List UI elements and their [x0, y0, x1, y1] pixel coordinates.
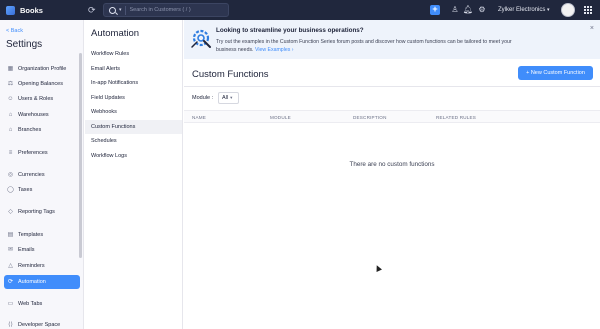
page-title: Custom Functions	[192, 69, 269, 80]
sidebar-item-label: Warehouses	[18, 112, 49, 118]
sidebar-scrollbar[interactable]	[79, 53, 82, 258]
app-name: Books	[20, 5, 43, 15]
menu-item-schedules[interactable]: Schedules	[85, 134, 182, 148]
module-filter-value: All	[222, 95, 229, 101]
branch-icon: ⌂	[8, 126, 13, 133]
sidebar-item-developer-space[interactable]: ⟨⟩ Developer Space	[4, 318, 80, 329]
sidebar-item-label: Branches	[18, 127, 42, 133]
sidebar-item-emails[interactable]: ✉ Emails	[4, 243, 80, 257]
apps-grid-icon[interactable]	[584, 6, 592, 14]
search-divider	[124, 5, 126, 15]
sidebar-item-reporting-tags[interactable]: ◇ Reporting Tags	[4, 205, 80, 219]
banner-title: Looking to streamline your business oper…	[216, 27, 364, 34]
people-icon[interactable]: ♙	[449, 4, 461, 16]
back-link[interactable]: < Back	[6, 28, 23, 34]
module-filter-select[interactable]: All ▾	[218, 92, 239, 104]
sidebar-item-branches[interactable]: ⌂ Branches	[4, 123, 80, 137]
table-header: NAME MODULE DESCRIPTION RELATED RULES	[184, 110, 600, 123]
column-header-description[interactable]: DESCRIPTION	[353, 115, 387, 120]
new-custom-function-button[interactable]: + New Custom Function	[518, 66, 593, 80]
sidebar-item-users-roles[interactable]: ☺ Users & Roles	[4, 92, 80, 106]
global-search[interactable]: ▾	[103, 3, 229, 17]
promo-banner: Looking to streamline your business oper…	[184, 20, 600, 59]
bell-icon[interactable]: 🔔︎	[462, 4, 474, 16]
sidebar-item-taxes[interactable]: ◯ Taxes	[4, 183, 80, 197]
users-icon: ☺	[7, 95, 14, 102]
sidebar-item-currencies[interactable]: ◎ Currencies	[4, 168, 80, 182]
search-scope-chevron-down-icon[interactable]: ▾	[119, 7, 122, 13]
menu-item-email-alerts[interactable]: Email Alerts	[85, 62, 182, 76]
sidebar-item-warehouses[interactable]: ⌂ Warehouses	[4, 108, 80, 122]
menu-item-in-app-notifications[interactable]: In-app Notifications	[85, 76, 182, 90]
top-bar: Books ⟳ ▾ + ♙ 🔔︎ ⚙ Zylker Electronics ▾	[0, 0, 600, 20]
sidebar-item-label: Users & Roles	[18, 96, 54, 102]
scale-icon: ⚖	[7, 80, 14, 87]
sidebar-item-label: Organization Profile	[18, 66, 67, 72]
sidebar-item-label: Currencies	[18, 172, 45, 178]
sliders-icon: ≡	[8, 149, 13, 156]
quick-create-button[interactable]: +	[430, 5, 440, 15]
sidebar-item-label: Web Tabs	[18, 301, 43, 307]
chevron-down-icon: ▾	[230, 95, 233, 100]
menu-item-webhooks[interactable]: Webhooks	[85, 105, 182, 119]
organization-switcher[interactable]: Zylker Electronics ▾	[498, 0, 550, 20]
mail-icon: ✉	[7, 246, 14, 253]
sidebar-item-label: Emails	[18, 247, 35, 253]
automation-icon: ⟳	[7, 278, 14, 285]
menu-item-workflow-logs[interactable]: Workflow Logs	[85, 149, 182, 163]
sidebar-item-reminders[interactable]: △ Reminders	[4, 259, 80, 273]
automation-title: Automation	[91, 28, 140, 39]
sidebar-item-preferences[interactable]: ≡ Preferences	[4, 146, 80, 160]
books-logo-icon	[6, 5, 15, 15]
view-examples-link[interactable]: View Examples ›	[255, 47, 294, 53]
sidebar-item-templates[interactable]: ▤ Templates	[4, 228, 80, 242]
divider	[184, 86, 600, 87]
banner-text: Try out the examples in the Custom Funct…	[216, 38, 516, 54]
sidebar-item-label: Templates	[18, 232, 44, 238]
menu-item-custom-functions[interactable]: Custom Functions	[85, 120, 182, 134]
sidebar-item-opening-balances[interactable]: ⚖ Opening Balances	[4, 77, 80, 91]
refresh-icon[interactable]: ⟳	[88, 5, 98, 15]
code-icon: ⟨⟩	[8, 321, 13, 328]
settings-title: Settings	[6, 39, 43, 50]
column-header-related-rules[interactable]: RELATED RULES	[436, 115, 476, 120]
sidebar-item-label: Taxes	[18, 187, 33, 193]
menu-item-field-updates[interactable]: Field Updates	[85, 91, 182, 105]
building-icon: ▦	[7, 65, 14, 72]
gear-icon[interactable]: ⚙	[476, 4, 488, 16]
sidebar-item-web-tabs[interactable]: ▭ Web Tabs	[4, 297, 80, 311]
app-brand[interactable]: Books	[0, 0, 85, 20]
automation-menu: Automation Workflow Rules Email Alerts I…	[85, 20, 183, 329]
template-icon: ▤	[7, 231, 14, 238]
menu-item-workflow-rules[interactable]: Workflow Rules	[85, 47, 182, 61]
search-icon[interactable]	[109, 6, 116, 14]
org-chevron-down-icon: ▾	[547, 7, 550, 13]
column-header-name[interactable]: NAME	[192, 115, 206, 120]
mouse-pointer-icon	[374, 264, 382, 272]
sidebar-item-automation[interactable]: ⟳ Automation	[4, 275, 80, 289]
module-filter-label: Module :	[192, 95, 214, 101]
gear-wrench-icon	[191, 29, 211, 48]
web-tab-icon: ▭	[7, 300, 14, 307]
sidebar-item-label: Reminders	[18, 263, 45, 269]
column-header-module[interactable]: MODULE	[270, 115, 291, 120]
sidebar-item-label: Preferences	[18, 150, 48, 156]
org-name: Zylker Electronics	[498, 7, 546, 13]
main-content: Looking to streamline your business oper…	[184, 20, 600, 329]
search-input[interactable]	[129, 7, 225, 13]
sidebar-item-label: Reporting Tags	[18, 209, 55, 215]
bell-icon: △	[8, 262, 13, 269]
sidebar-item-label: Opening Balances	[18, 81, 63, 87]
sidebar-item-organization-profile[interactable]: ▦ Organization Profile	[4, 62, 80, 76]
settings-sidebar: < Back Settings ▦ Organization Profile ⚖…	[0, 20, 84, 329]
warehouse-icon: ⌂	[8, 111, 13, 118]
currency-icon: ◎	[7, 171, 14, 178]
close-icon[interactable]: ×	[590, 25, 594, 32]
empty-state-message: There are no custom functions	[349, 161, 435, 168]
percent-icon: ◯	[7, 186, 14, 193]
sidebar-item-label: Automation	[18, 279, 46, 285]
tag-icon: ◇	[8, 208, 13, 215]
sidebar-item-label: Developer Space	[18, 322, 61, 328]
avatar[interactable]	[561, 3, 575, 17]
